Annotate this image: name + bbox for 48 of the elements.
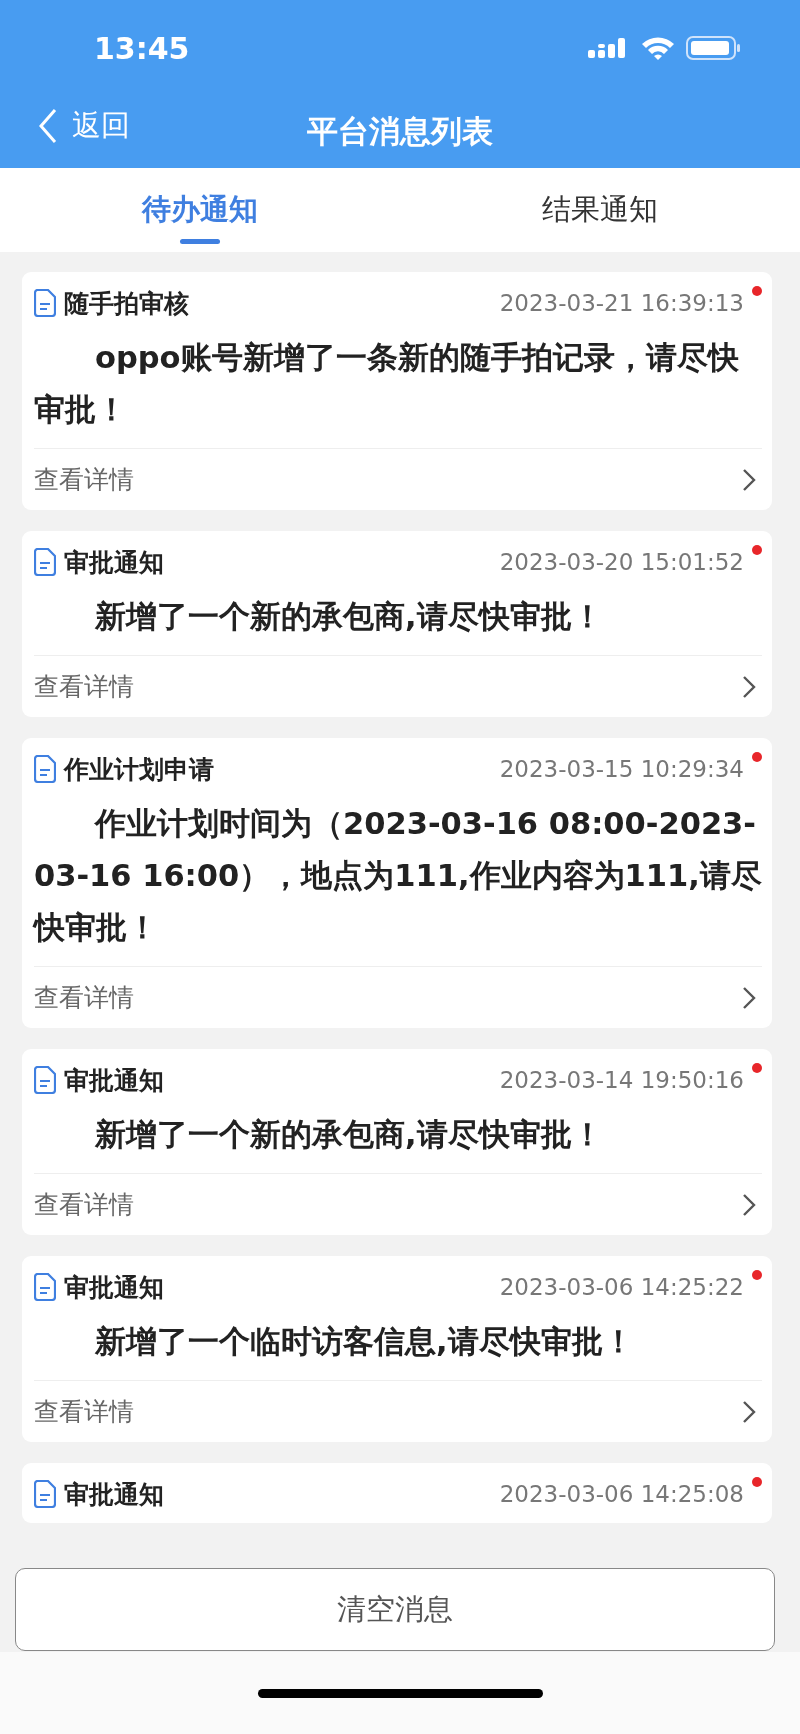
clear-messages-button[interactable]: 清空消息	[15, 1568, 775, 1651]
message-title: 审批通知	[64, 1271, 164, 1304]
message-title: 审批通知	[64, 546, 164, 579]
link-label: 查看详情	[34, 1396, 134, 1428]
message-time: 2023-03-06 14:25:22	[499, 1274, 744, 1300]
link-label: 查看详情	[34, 1189, 134, 1221]
message-body: 作业计划时间为（2023-03-16 08:00-2023-03-16 16:00），地点为111,作业内容为111,请尽快审批！	[34, 805, 762, 947]
view-details-link[interactable]: 查看详情	[34, 448, 762, 510]
back-label: 返回	[72, 107, 130, 144]
document-icon	[34, 289, 56, 317]
message-time: 2023-03-06 14:25:08	[499, 1481, 744, 1507]
chevron-right-icon	[742, 985, 756, 1010]
document-icon	[34, 548, 56, 576]
wifi-icon	[640, 35, 676, 61]
message-time: 2023-03-20 15:01:52	[499, 549, 744, 575]
chevron-left-icon	[38, 108, 58, 144]
message-body: 新增了一个新的承包商,请尽快审批！	[94, 598, 604, 636]
message-title: 审批通知	[64, 1064, 164, 1097]
document-icon	[34, 1480, 56, 1508]
back-button[interactable]: 返回	[38, 106, 130, 146]
message-title: 审批通知	[64, 1478, 164, 1511]
message-time: 2023-03-14 19:50:16	[499, 1067, 744, 1093]
view-details-link[interactable]: 查看详情	[34, 1173, 762, 1235]
chevron-right-icon	[742, 1399, 756, 1424]
message-time: 2023-03-21 16:39:13	[499, 290, 744, 316]
document-icon	[34, 1273, 56, 1301]
message-body: 新增了一个临时访客信息,请尽快审批！	[94, 1323, 635, 1361]
view-details-link[interactable]: 查看详情	[34, 655, 762, 717]
link-label: 查看详情	[34, 671, 134, 703]
view-details-link[interactable]: 查看详情	[34, 1380, 762, 1442]
tab[interactable]: 结果通知	[400, 168, 800, 252]
view-details-link[interactable]: 查看详情	[34, 966, 762, 1028]
status-time: 13:45	[94, 30, 190, 66]
message-title: 作业计划申请	[64, 753, 214, 786]
chevron-right-icon	[742, 674, 756, 699]
tab[interactable]: 待办通知	[0, 168, 400, 252]
message-title: 随手拍审核	[64, 287, 189, 320]
message-body: oppo账号新增了一条新的随手拍记录，请尽快审批！	[34, 339, 740, 429]
document-icon	[34, 755, 56, 783]
chevron-right-icon	[742, 467, 756, 492]
battery-icon	[686, 35, 742, 61]
page-title: 平台消息列表	[307, 112, 493, 151]
link-label: 查看详情	[34, 464, 134, 496]
message-time: 2023-03-15 10:29:34	[499, 756, 744, 782]
chevron-right-icon	[742, 1192, 756, 1217]
document-icon	[34, 1066, 56, 1094]
message-body: 新增了一个新的承包商,请尽快审批！	[94, 1116, 604, 1154]
link-label: 查看详情	[34, 982, 134, 1014]
